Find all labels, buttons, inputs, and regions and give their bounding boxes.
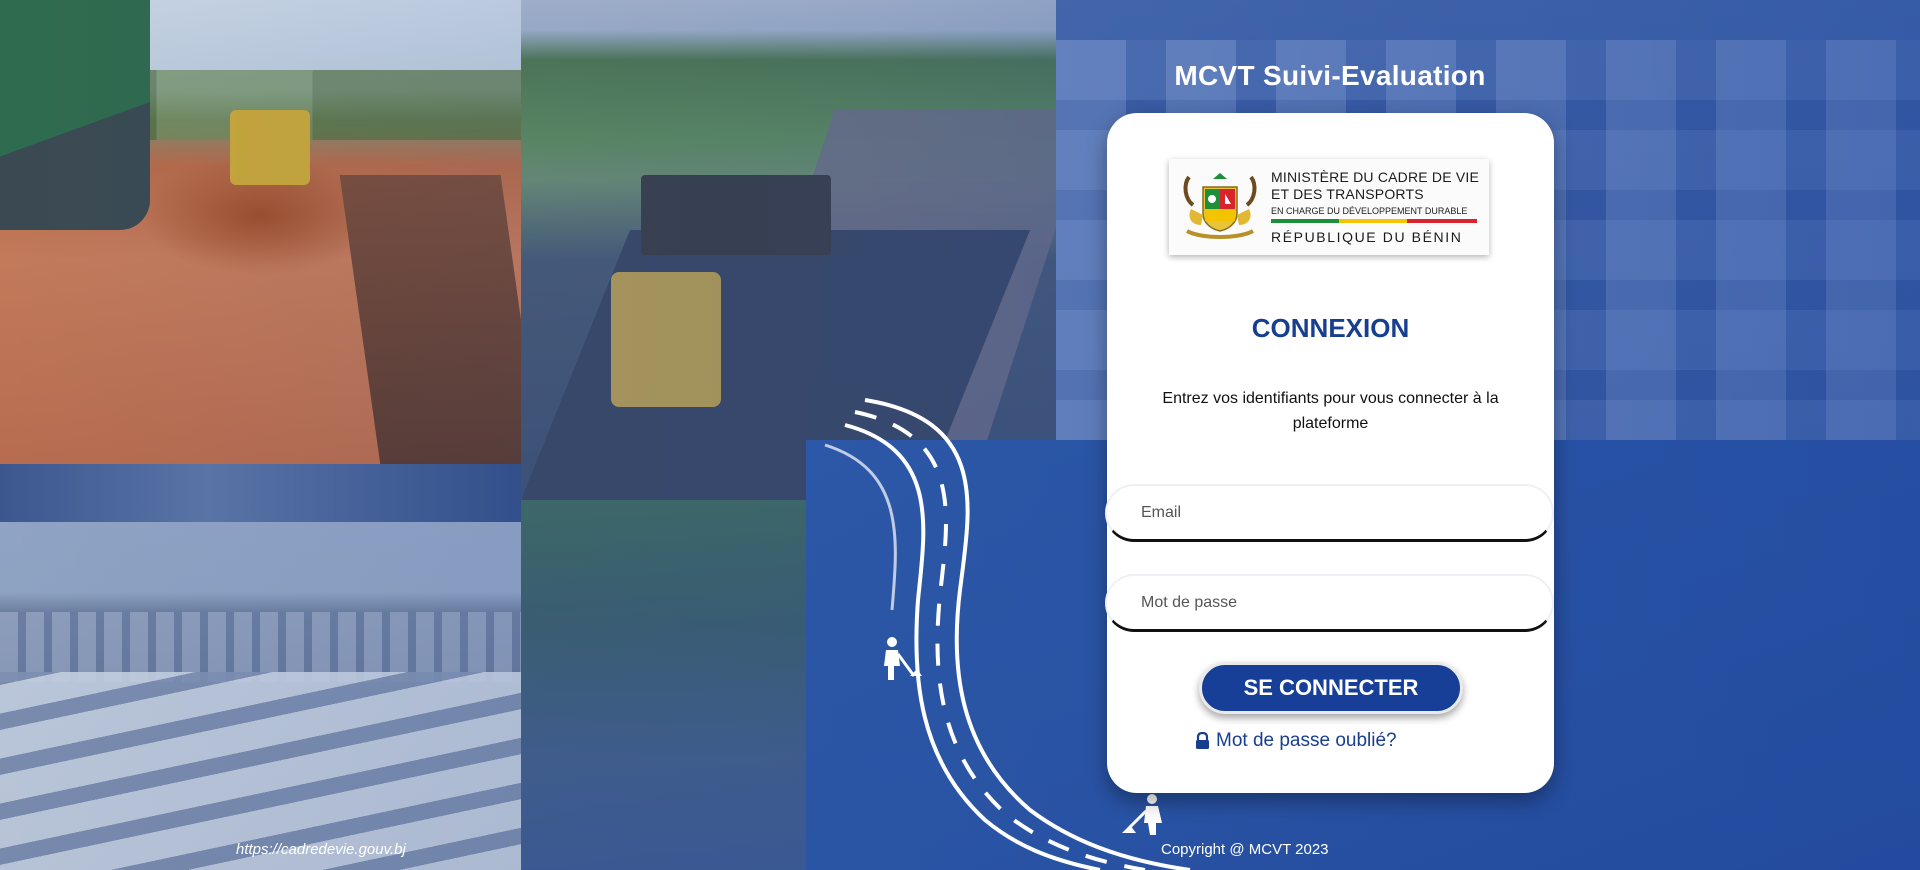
photo-housing-estate	[0, 522, 534, 870]
login-instructions: Entrez vos identifiants pour vous connec…	[1162, 390, 1499, 432]
logo-ministry-line1: MINISTÈRE DU CADRE DE VIE	[1271, 169, 1480, 185]
photo-hill-road	[521, 500, 806, 870]
benin-coat-of-arms-icon	[1183, 173, 1257, 239]
logo-flag-stripe	[1271, 219, 1477, 223]
footer-copyright: Copyright @ MCVT 2023	[1161, 841, 1329, 858]
logo-republic: RÉPUBLIQUE DU BÉNIN	[1271, 229, 1463, 245]
background-collage	[0, 0, 1920, 870]
forgot-password-label: Mot de passe oublié?	[1216, 730, 1397, 751]
login-card: MINISTÈRE DU CADRE DE VIE ET DES TRANSPO…	[1105, 113, 1554, 793]
ministry-logo: MINISTÈRE DU CADRE DE VIE ET DES TRANSPO…	[1169, 159, 1489, 255]
footer-url: https://cadredevie.gouv.bj	[236, 841, 406, 858]
email-field[interactable]	[1105, 484, 1554, 542]
photo-strip	[0, 464, 521, 522]
lock-icon	[1196, 732, 1209, 749]
logo-ministry-line2: ET DES TRANSPORTS	[1271, 186, 1424, 202]
logo-ministry-subline: EN CHARGE DU DÉVELOPPEMENT DURABLE	[1271, 206, 1468, 216]
forgot-password-link[interactable]: Mot de passe oublié?	[1195, 730, 1397, 752]
photo-road-works	[0, 0, 521, 464]
login-button[interactable]: SE CONNECTER	[1199, 662, 1463, 714]
password-field[interactable]	[1105, 574, 1554, 632]
login-title: CONNEXION	[1251, 313, 1410, 343]
worker-digging-icon	[1122, 794, 1162, 835]
worker-icon	[884, 637, 922, 680]
app-title: MCVT Suivi-Evaluation	[1174, 60, 1486, 91]
